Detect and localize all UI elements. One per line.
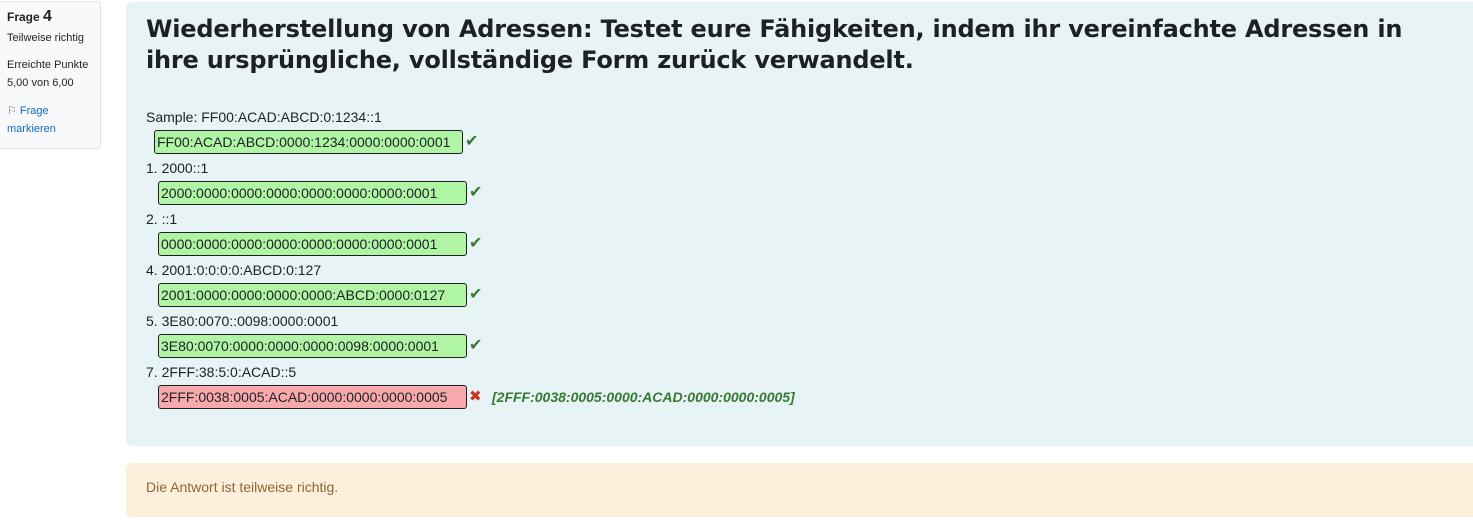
correct-check-icon: ✔: [469, 235, 483, 252]
item-label-2: 2. ::1: [146, 211, 178, 227]
correct-check-icon: ✔: [469, 184, 483, 201]
question-number-value: 4: [43, 8, 52, 25]
answer-input-1[interactable]: 2000:0000:0000:0000:0000:0000:0000:0001: [158, 181, 467, 205]
flag-question-link[interactable]: ⚐ Frage markieren: [7, 102, 96, 138]
question-info-panel: Frage 4 Teilweise richtig Erreichte Punk…: [0, 1, 101, 149]
right-answer-text: [2FFF:0038:0005:0000:ACAD:0000:0000:0005…: [492, 389, 795, 405]
flag-label-line2: markieren: [7, 123, 56, 135]
answer-input-sample[interactable]: FF00:ACAD:ABCD:0000:1234:0000:0000:0001: [154, 130, 463, 154]
feedback-text: Die Antwort ist teilweise richtig.: [146, 479, 339, 495]
question-label: Frage: [7, 10, 40, 24]
item-label-4: 4. 2001:0:0:0:0:ABCD:0:127: [146, 262, 322, 278]
flag-icon: ⚐: [7, 105, 17, 117]
correct-check-icon: ✔: [469, 337, 483, 354]
grade-value: 5,00 von 6,00: [7, 77, 74, 89]
item-label-sample: Sample: FF00:ACAD:ABCD:0:1234::1: [146, 109, 382, 125]
grade-label: Erreichte Punkte: [7, 59, 89, 71]
question-number: Frage 4: [7, 9, 96, 25]
answer-input-4[interactable]: 2001:0000:0000:0000:0000:ABCD:0000:0127: [158, 283, 467, 307]
item-label-1: 1. 2000::1: [146, 160, 209, 176]
item-label-7: 7. 2FFF:38:5:0:ACAD::5: [146, 364, 297, 380]
answer-input-5[interactable]: 3E80:0070:0000:0000:0000:0098:0000:0001: [158, 334, 467, 358]
incorrect-cross-icon: ✖: [469, 388, 482, 405]
correct-check-icon: ✔: [465, 133, 479, 150]
question-text: Wiederherstellung von Adressen: Testet e…: [146, 15, 1403, 74]
answer-input-2[interactable]: 0000:0000:0000:0000:0000:0000:0000:0001: [158, 232, 467, 256]
flag-label-line1: Frage: [19, 105, 49, 117]
question-state: Teilweise richtig: [7, 32, 85, 44]
item-label-5: 5. 3E80:0070::0098:0000:0001: [146, 313, 339, 329]
correct-check-icon: ✔: [469, 286, 483, 303]
answer-input-7[interactable]: 2FFF:0038:0005:ACAD:0000:0000:0000:0005: [158, 385, 467, 409]
feedback-panel: Die Antwort ist teilweise richtig.: [126, 463, 1473, 517]
question-grade: Erreichte Punkte 5,00 von 6,00: [7, 56, 96, 92]
question-formulation: Wiederherstellung von Adressen: Testet e…: [126, 2, 1473, 446]
